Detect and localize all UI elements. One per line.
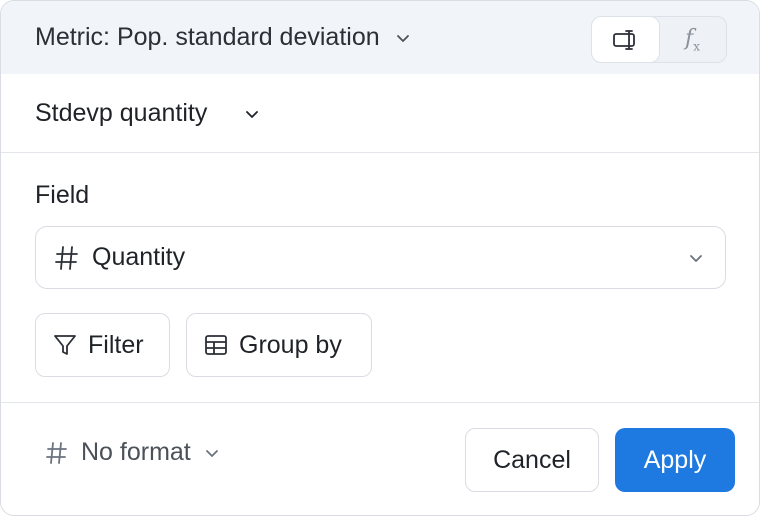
chevron-down-icon xyxy=(687,249,705,267)
chevron-down-icon xyxy=(203,444,221,462)
column-select-icon xyxy=(612,28,640,52)
hash-icon xyxy=(54,244,80,272)
formula-mode-button[interactable]: fx xyxy=(659,17,726,62)
field-value: Quantity xyxy=(92,243,186,271)
metric-editor-panel: Metric: Pop. standard deviation fx Stdev… xyxy=(0,0,760,516)
aggregation-dropdown[interactable]: Stdevp quantity xyxy=(35,74,261,153)
table-icon xyxy=(203,332,229,358)
chevron-down-icon xyxy=(243,105,261,123)
aggregation-row: Stdevp quantity xyxy=(1,74,759,153)
format-label: No format xyxy=(81,438,191,466)
filter-button[interactable]: Filter xyxy=(35,313,170,377)
group-by-button[interactable]: Group by xyxy=(186,313,372,377)
dialog-footer: No format Cancel Apply xyxy=(1,402,759,515)
aggregation-label: Stdevp quantity xyxy=(35,99,208,127)
hash-icon xyxy=(45,440,69,466)
editor-mode-toggle: fx xyxy=(591,16,727,63)
metric-header: Metric: Pop. standard deviation fx xyxy=(1,1,759,74)
apply-button[interactable]: Apply xyxy=(615,428,735,492)
visual-mode-button[interactable] xyxy=(592,17,659,62)
filter-label: Filter xyxy=(88,330,144,359)
function-icon: fx xyxy=(685,25,700,54)
metric-title-label: Metric: Pop. standard deviation xyxy=(35,23,380,51)
filter-icon xyxy=(52,332,78,358)
chevron-down-icon xyxy=(394,29,412,47)
cancel-button[interactable]: Cancel xyxy=(465,428,599,492)
metric-type-dropdown[interactable]: Metric: Pop. standard deviation xyxy=(35,1,412,74)
field-label: Field xyxy=(35,181,90,209)
format-dropdown[interactable]: No format xyxy=(45,438,221,467)
field-select[interactable]: Quantity xyxy=(35,226,726,289)
group-by-label: Group by xyxy=(239,330,342,359)
